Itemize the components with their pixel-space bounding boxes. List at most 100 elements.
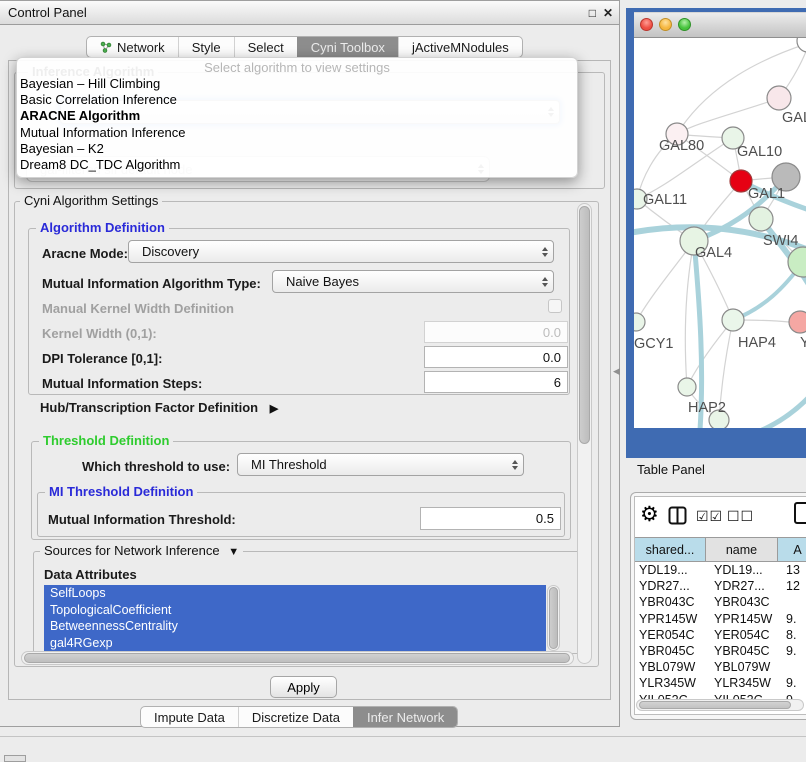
network-icon	[100, 41, 112, 53]
table-row[interactable]: YPR145WYPR145W9.	[635, 611, 806, 627]
table-cell: YBR043C	[635, 595, 706, 609]
attributes-scrollbar[interactable]	[547, 585, 560, 651]
mi-threshold-group-label: MI Threshold Definition	[45, 485, 197, 499]
table-cell: YBR045C	[706, 644, 778, 658]
attribute-item[interactable]: SelfLoops	[44, 585, 546, 602]
node-label: GCY1	[634, 336, 674, 352]
expanded-arrow-icon: ▼	[228, 546, 239, 558]
table-row[interactable]: YER054CYER054C8.	[635, 627, 806, 643]
table-row[interactable]: YIL052CYIL052C9	[635, 692, 806, 700]
settings-vertical-scrollbar[interactable]	[577, 203, 592, 664]
sources-toggle[interactable]: Sources for Network Inference ▼	[40, 544, 243, 559]
algorithm-option[interactable]: ARACNE Algorithm	[17, 108, 577, 124]
mi-steps-field[interactable]: 6	[424, 371, 568, 393]
tab-style[interactable]: Style	[178, 37, 234, 57]
table-cell: YPR145W	[706, 612, 778, 626]
close-icon[interactable]: ✕	[603, 6, 613, 20]
popup-placeholder: Select algorithm to view settings	[17, 59, 577, 76]
table-cell: YDR27...	[635, 579, 706, 593]
close-traffic-light-icon[interactable]	[640, 18, 653, 31]
algorithm-option[interactable]: Dream8 DC_TDC Algorithm	[17, 157, 577, 173]
tab-label: Network	[117, 40, 165, 55]
table-cell: YBR045C	[635, 644, 706, 658]
manual-kernel-checkbox[interactable]	[548, 299, 562, 313]
which-threshold-combobox[interactable]: MI Threshold	[237, 453, 524, 476]
algorithm-option[interactable]: Mutual Information Inference	[17, 125, 577, 141]
network-edges-highlighted	[634, 177, 806, 428]
node-label: GAL80	[659, 138, 704, 154]
node[interactable]	[797, 38, 806, 52]
table-row[interactable]: YBR045CYBR045C9.	[635, 643, 806, 659]
mi-threshold-field[interactable]: 0.5	[420, 507, 561, 530]
table-row[interactable]: YLR345WYLR345W9.	[635, 675, 806, 691]
table-cell: YBR043C	[706, 595, 778, 609]
tab-label: Select	[248, 40, 284, 55]
tab-discretize-data[interactable]: Discretize Data	[238, 707, 353, 727]
algorithm-option[interactable]: Basic Correlation Inference	[17, 92, 577, 108]
tab-jactivemnodules[interactable]: jActiveMNodules	[398, 37, 522, 57]
data-attributes-label: Data Attributes	[44, 567, 137, 582]
apply-button[interactable]: Apply	[270, 676, 337, 698]
table-cell: YDR27...	[706, 579, 778, 593]
table-row[interactable]: YDL19...YDL19...13	[635, 562, 806, 578]
tab-cyni-toolbox[interactable]: Cyni Toolbox	[297, 37, 398, 57]
hap4-node[interactable]	[722, 309, 744, 331]
mi-type-combobox[interactable]: Naive Bayes	[272, 270, 554, 293]
select-all-columns-icon[interactable]: ☑☑	[696, 508, 723, 525]
table-row[interactable]: YBL079WYBL079W	[635, 659, 806, 675]
minimize-traffic-light-icon[interactable]	[659, 18, 672, 31]
attribute-item[interactable]: TopologicalCoefficient	[44, 602, 546, 619]
network-canvas[interactable]: GAL7GAL80GAL10GAL1GAL11SWI4GAL4GCY1HAP4Y…	[634, 38, 806, 428]
node[interactable]	[789, 311, 806, 333]
dpi-tolerance-field[interactable]: 0.0	[424, 346, 568, 368]
divider	[0, 736, 806, 737]
column-header[interactable]: A	[778, 537, 806, 562]
gal7-node[interactable]	[767, 86, 791, 110]
algorithm-option[interactable]: Bayesian – Hill Climbing	[17, 76, 577, 92]
settings-horizontal-scrollbar[interactable]	[21, 651, 574, 665]
gcy1-node[interactable]	[634, 313, 645, 331]
node-label: HAP2	[688, 400, 726, 416]
tab-label: Impute Data	[154, 710, 225, 725]
hap2-node[interactable]	[678, 378, 696, 396]
table-cell: YBL079W	[706, 660, 778, 674]
algorithm-option[interactable]: Bayesian – K2	[17, 141, 577, 157]
zoom-traffic-light-icon[interactable]	[678, 18, 691, 31]
gear-icon[interactable]: ⚙	[640, 504, 659, 526]
column-header[interactable]: name	[706, 537, 778, 562]
split-columns-icon[interactable]	[668, 506, 687, 525]
tab-network[interactable]: Network	[87, 37, 178, 57]
table-row[interactable]: YBR043CYBR043C	[635, 594, 806, 610]
kernel-width-field[interactable]: 0.0	[424, 321, 568, 343]
cut-off-button[interactable]	[4, 755, 26, 762]
aracne-mode-combobox[interactable]: Discovery	[128, 240, 554, 263]
mi-type-value: Naive Bayes	[286, 274, 359, 289]
attribute-item[interactable]: BetweennessCentrality	[44, 618, 546, 635]
cyni-algorithm-settings-label: Cyni Algorithm Settings	[20, 194, 162, 208]
table-row[interactable]: YDR27...YDR27...12	[635, 578, 806, 594]
table-cell: YDL19...	[635, 563, 706, 577]
table-cell: 9.	[778, 612, 806, 626]
table-cell: 9.	[778, 676, 806, 690]
dpi-tolerance-label: DPI Tolerance [0,1]:	[42, 351, 162, 366]
tab-infer-network[interactable]: Infer Network	[353, 707, 457, 727]
page-icon[interactable]	[794, 502, 806, 524]
tab-impute-data[interactable]: Impute Data	[141, 707, 238, 727]
float-icon[interactable]: □	[589, 6, 596, 20]
hub-definition-toggle[interactable]: Hub/Transcription Factor Definition ▶	[40, 400, 278, 415]
table-cell: 12	[778, 579, 806, 593]
swi4-node[interactable]	[749, 207, 773, 231]
table-cell: YDL19...	[706, 563, 778, 577]
splitter-handle[interactable]: ◀	[613, 366, 620, 377]
algorithm-popup-list: Bayesian – Hill ClimbingBasic Correlatio…	[17, 76, 577, 173]
column-header[interactable]: shared...	[635, 537, 706, 562]
deselect-all-columns-icon[interactable]: ☐☐	[727, 508, 754, 525]
attribute-item[interactable]: gal4RGexp	[44, 635, 546, 652]
node[interactable]	[788, 247, 806, 277]
algorithm-definition-label: Algorithm Definition	[36, 221, 169, 235]
tab-select[interactable]: Select	[234, 37, 297, 57]
table-horizontal-scrollbar[interactable]	[636, 699, 804, 711]
table-cell: YLR345W	[635, 676, 706, 690]
mi-threshold-label: Mutual Information Threshold:	[48, 512, 236, 527]
table-cell: YER054C	[635, 628, 706, 642]
